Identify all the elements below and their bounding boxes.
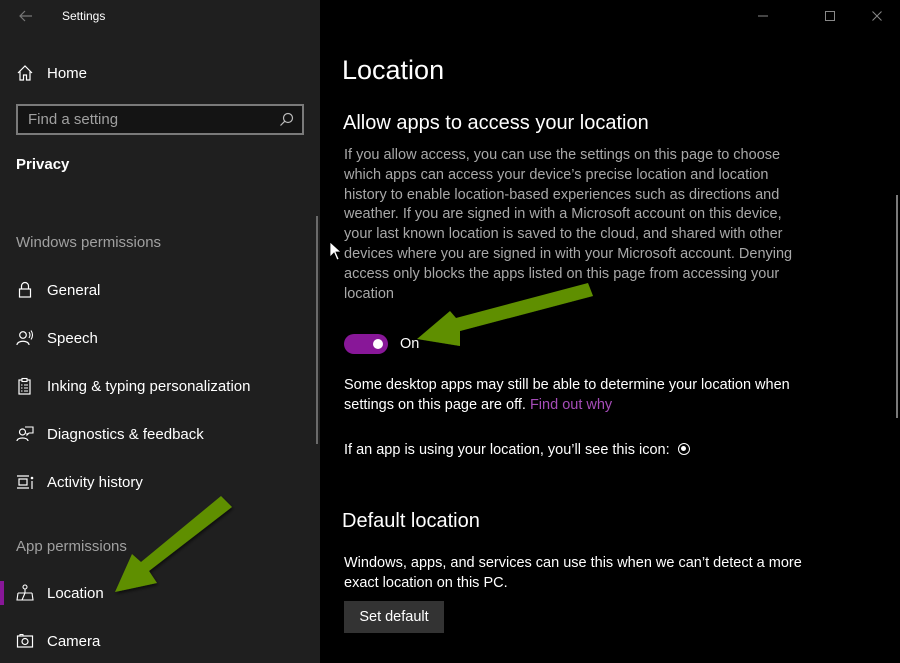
sidebar: Settings Home Privacy Windows permission… <box>0 0 320 663</box>
location-in-use-icon <box>677 443 690 455</box>
maximize-icon <box>825 11 835 21</box>
close-button[interactable] <box>854 0 900 32</box>
main-scrollbar[interactable] <box>896 195 898 418</box>
default-location-heading: Default location <box>342 510 480 532</box>
minimize-icon <box>758 15 768 17</box>
sidebar-item-label: General <box>47 281 101 299</box>
group-label-windows-permissions: Windows permissions <box>16 234 162 251</box>
sidebar-item-speech[interactable]: Speech <box>0 318 320 358</box>
find-out-why-link[interactable]: Find out why <box>530 397 612 413</box>
toggle-knob <box>373 339 383 349</box>
sidebar-item-label: Camera <box>47 632 101 650</box>
set-default-button[interactable]: Set default <box>344 601 444 633</box>
sidebar-scrollbar[interactable] <box>316 216 318 444</box>
location-icon-note-text: If an app is using your location, you’ll… <box>344 442 670 458</box>
sidebar-item-activity-history[interactable]: Activity history <box>0 462 320 502</box>
back-button[interactable] <box>16 6 36 26</box>
maximize-button[interactable] <box>807 0 853 32</box>
desktop-apps-note: Some desktop apps may still be able to d… <box>344 376 804 416</box>
sidebar-item-camera[interactable]: Camera <box>0 621 320 661</box>
allow-section-description: If you allow access, you can use the set… <box>344 147 793 302</box>
speech-icon <box>16 329 34 347</box>
home-icon <box>16 64 34 82</box>
feedback-icon <box>16 425 34 443</box>
toggle-state-label: On <box>400 336 420 352</box>
sidebar-item-location[interactable]: Location <box>0 573 320 613</box>
sidebar-item-general[interactable]: General <box>0 270 320 310</box>
sidebar-item-label: Inking & typing personalization <box>47 377 251 395</box>
app-title: Settings <box>62 9 106 23</box>
sidebar-item-label: Diagnostics & feedback <box>47 425 204 443</box>
minimize-button[interactable] <box>740 0 786 32</box>
close-icon <box>872 11 882 21</box>
default-location-description: Windows, apps, and services can use this… <box>344 555 802 591</box>
page-title: Location <box>342 55 445 85</box>
sidebar-item-diagnostics[interactable]: Diagnostics & feedback <box>0 414 320 454</box>
search-input[interactable] <box>18 111 258 128</box>
timeline-icon <box>16 473 34 491</box>
sidebar-item-label: Speech <box>47 329 98 347</box>
selection-indicator <box>0 581 4 605</box>
location-icon-note: If an app is using your location, you’ll… <box>344 441 804 461</box>
lock-icon <box>16 281 34 299</box>
back-arrow-icon <box>19 10 32 22</box>
clipboard-icon <box>16 377 34 395</box>
search-box <box>16 104 304 135</box>
allow-section-heading: Allow apps to access your location <box>343 112 649 134</box>
main-content: Location Allow apps to access your locat… <box>320 0 900 663</box>
location-icon <box>16 584 34 602</box>
search-icon[interactable] <box>279 112 294 127</box>
sidebar-item-label: Activity history <box>47 473 143 491</box>
sidebar-item-inking-typing[interactable]: Inking & typing personalization <box>0 366 320 406</box>
sidebar-item-label: Location <box>47 584 104 602</box>
location-access-toggle[interactable] <box>344 334 388 354</box>
sidebar-item-label: Home <box>47 64 88 82</box>
section-title-privacy: Privacy <box>16 156 70 173</box>
group-label-app-permissions: App permissions <box>16 538 127 555</box>
camera-icon <box>16 632 34 650</box>
sidebar-item-home[interactable]: Home <box>0 53 320 93</box>
